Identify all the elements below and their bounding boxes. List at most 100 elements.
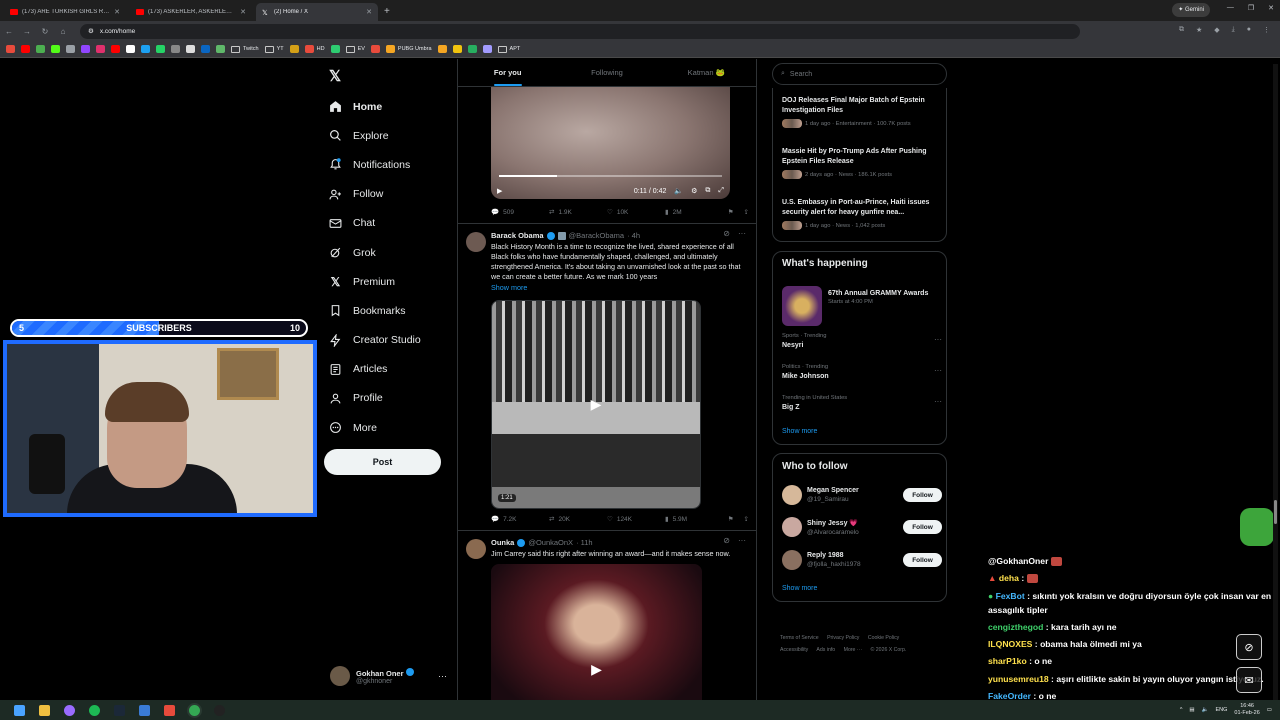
- nav-item-notifications[interactable]: Notifications: [329, 150, 421, 179]
- settings-icon[interactable]: ⚙: [691, 187, 697, 195]
- avatar[interactable]: [466, 539, 486, 559]
- bookmark-icon[interactable]: [201, 45, 210, 53]
- notification-icon[interactable]: ▭: [1267, 707, 1272, 713]
- footer-link[interactable]: Accessibility: [780, 647, 808, 653]
- bookmark-folder[interactable]: APT: [497, 45, 520, 53]
- url-input[interactable]: ⚙ x.com/home: [80, 23, 1080, 39]
- close-tab-icon[interactable]: ✕: [366, 8, 372, 16]
- show-more-link[interactable]: Show more: [782, 428, 817, 435]
- nav-item-premium[interactable]: 𝕏 Premium: [329, 267, 421, 296]
- messages-float-button[interactable]: ✉: [1236, 667, 1262, 693]
- bookmark-icon[interactable]: [482, 45, 492, 53]
- tab-for-you[interactable]: For you: [458, 59, 557, 86]
- follow-button[interactable]: Follow: [903, 520, 942, 534]
- site-info-icon[interactable]: ⚙: [88, 27, 94, 35]
- bookmark-icon[interactable]: [111, 45, 120, 53]
- chrome-icon[interactable]: [189, 704, 200, 716]
- close-tab-icon[interactable]: ✕: [240, 8, 246, 16]
- bookmark-folder[interactable]: PUBG Umbra: [385, 45, 432, 53]
- news-item[interactable]: U.S. Embassy in Port-au-Prince, Haiti is…: [782, 198, 942, 230]
- obs-icon[interactable]: [214, 704, 225, 716]
- like-button[interactable]: ♡ 10K: [607, 208, 665, 217]
- author-handle[interactable]: @OunkaOnX: [528, 538, 573, 547]
- bookmark-icon[interactable]: [370, 45, 380, 53]
- play-icon[interactable]: ▶: [585, 394, 607, 416]
- bookmark-icon[interactable]: [216, 45, 225, 53]
- bookmark-icon[interactable]: [36, 45, 45, 53]
- footer-link[interactable]: Terms of Service: [780, 635, 819, 641]
- nav-item-creator-studio[interactable]: Creator Studio: [329, 326, 421, 355]
- footer-link[interactable]: Cookie Policy: [868, 635, 899, 641]
- tab-katman[interactable]: Katman 🐸: [657, 59, 756, 86]
- post-ounka[interactable]: Ounka @OunkaOnX · 11h ⊘ ··· Jim Carrey sa…: [458, 530, 756, 700]
- reload-button[interactable]: ↻: [36, 27, 54, 36]
- post-obama[interactable]: Barack Obama @BarackObama · 4h ⊘ ··· Blac…: [458, 223, 756, 530]
- footer-link[interactable]: Privacy Policy: [827, 635, 859, 641]
- post-video[interactable]: ▶: [491, 564, 702, 700]
- home-button[interactable]: ⌂: [54, 27, 72, 36]
- reply-button[interactable]: 💬 509: [491, 208, 549, 217]
- author-name[interactable]: Barack Obama: [491, 231, 544, 240]
- bookmark-icon[interactable]: ⚑: [728, 515, 734, 523]
- trend-item[interactable]: Politics · Trending Mike Johnson ···: [782, 364, 942, 380]
- profile-icon[interactable]: ●: [1247, 26, 1251, 34]
- bookmark-icon[interactable]: [6, 45, 15, 53]
- clock[interactable]: 16:46 01-Feb-26: [1234, 703, 1259, 717]
- browser-tab-active[interactable]: 𝕏 (2) Home / X ✕: [256, 3, 378, 21]
- new-tab-button[interactable]: +: [384, 3, 390, 21]
- grok-icon[interactable]: ⊘: [723, 536, 730, 545]
- steam-icon[interactable]: [114, 704, 125, 716]
- nav-item-home[interactable]: Home: [329, 92, 421, 121]
- news-item[interactable]: Massie Hit by Pro-Trump Ads After Pushin…: [782, 147, 942, 179]
- show-more-link[interactable]: Show more: [782, 585, 817, 592]
- bookmark-icon[interactable]: [96, 45, 105, 53]
- bookmark-folder[interactable]: HD: [304, 45, 325, 53]
- post-video[interactable]: ▶ 1:21: [491, 300, 701, 509]
- follow-button[interactable]: Follow: [903, 553, 942, 567]
- bookmark-folder[interactable]: YT: [264, 45, 284, 53]
- views-button[interactable]: ▮ 2M: [665, 208, 723, 217]
- account-more-icon[interactable]: ···: [438, 671, 447, 681]
- volume-icon[interactable]: 🔈: [674, 187, 683, 195]
- scrollbar-thumb[interactable]: [1274, 500, 1277, 524]
- nav-item-explore[interactable]: Explore: [329, 121, 421, 150]
- bookmark-icon[interactable]: [437, 45, 447, 53]
- more-icon[interactable]: ···: [934, 335, 942, 344]
- video-player[interactable]: ▶ 0:11 / 0:42 🔈 ⚙ ⧉ ⤢: [491, 87, 730, 199]
- bookmark-icon[interactable]: [66, 45, 75, 53]
- follow-suggestion[interactable]: Reply 1988 @fjolla_haxhi1978 Follow: [782, 550, 942, 570]
- post-button[interactable]: Post: [324, 449, 441, 475]
- bookmark-folder[interactable]: Twitch: [231, 45, 259, 53]
- x-logo-icon[interactable]: 𝕏: [329, 67, 341, 85]
- like-button[interactable]: ♡ 124K: [607, 515, 665, 524]
- browser-tab[interactable]: (173) ARE TURKISH GIRLS REAL... ✕: [4, 3, 126, 21]
- post-time[interactable]: · 4h: [627, 231, 640, 240]
- share-icon[interactable]: ⇪: [744, 208, 749, 216]
- author-name[interactable]: Ounka: [491, 538, 514, 547]
- author-handle[interactable]: @BarackObama: [569, 231, 625, 240]
- close-tab-icon[interactable]: ✕: [114, 8, 120, 16]
- star-icon[interactable]: ★: [1196, 26, 1202, 34]
- trend-item[interactable]: Trending in United States Big Z ···: [782, 395, 942, 411]
- page-scrollbar[interactable]: [1273, 64, 1278, 700]
- browser-tab[interactable]: (173) ASKERLER, ASKERLERIN K... ✕: [130, 3, 252, 21]
- start-icon[interactable]: [14, 704, 25, 716]
- play-icon[interactable]: ▶: [497, 187, 502, 195]
- download-icon[interactable]: ⤓: [1232, 26, 1235, 34]
- nav-item-grok[interactable]: Grok: [329, 238, 421, 267]
- fullscreen-icon[interactable]: ⤢: [718, 187, 724, 195]
- more-icon[interactable]: ···: [738, 229, 746, 238]
- follow-suggestion[interactable]: Shiny Jessy 💗 @Alvarocaramelo Follow: [782, 517, 942, 537]
- bookmark-icon[interactable]: [126, 45, 135, 53]
- nav-item-bookmarks[interactable]: Bookmarks: [329, 296, 421, 325]
- video-progress-bar[interactable]: [499, 175, 722, 177]
- search-input[interactable]: ⌕ Search: [772, 63, 947, 85]
- network-icon[interactable]: ▤: [1189, 707, 1194, 713]
- footer-link[interactable]: Ads info: [816, 647, 835, 653]
- chevron-up-icon[interactable]: ^: [1180, 707, 1183, 713]
- nav-item-chat[interactable]: Chat: [329, 209, 421, 238]
- nav-item-profile[interactable]: Profile: [329, 384, 421, 413]
- reply-button[interactable]: 💬 7.2K: [491, 515, 549, 524]
- bookmark-icon[interactable]: [81, 45, 90, 53]
- trend-item[interactable]: Sports · Trending Nesyri ···: [782, 333, 942, 349]
